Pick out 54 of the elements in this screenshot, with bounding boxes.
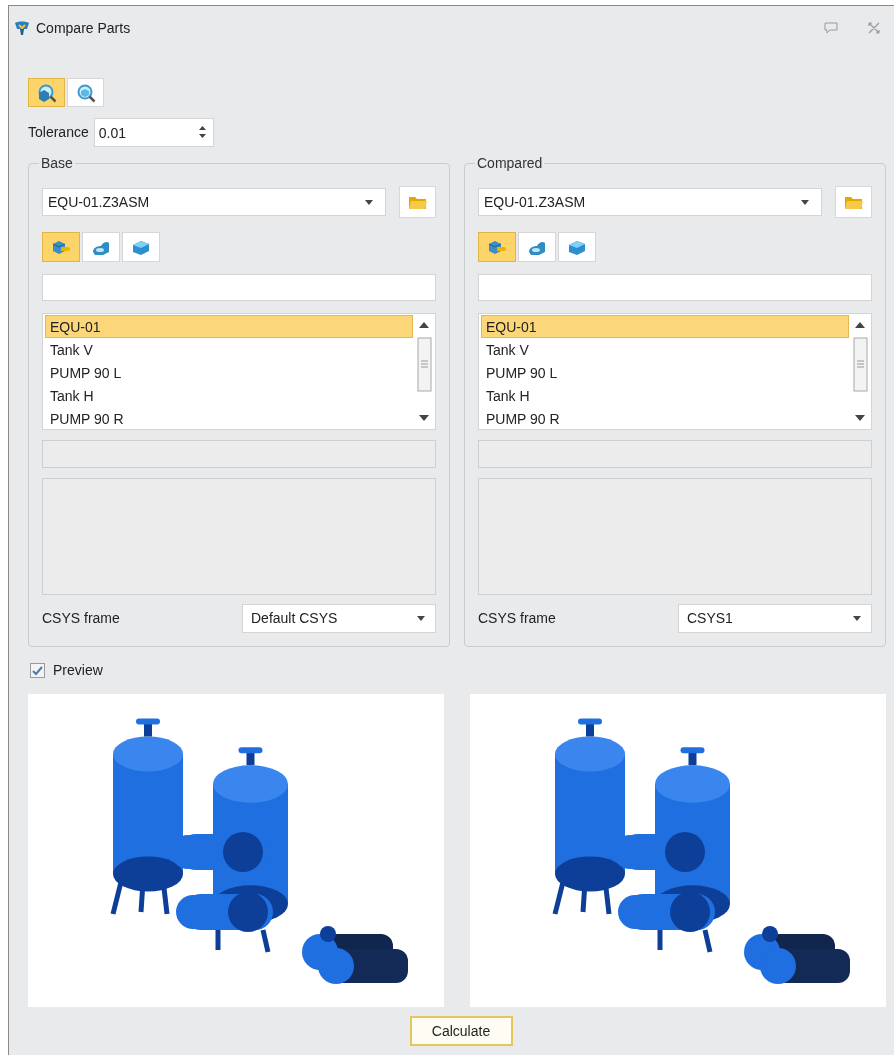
csys-dropdown[interactable]: CSYS1 xyxy=(678,604,872,633)
field-label: CSYS frame xyxy=(478,609,556,628)
comment-icon[interactable] xyxy=(824,22,838,34)
list-item[interactable]: Tank H xyxy=(481,384,849,407)
parts-list[interactable]: EQU-01 Tank V PUMP 90 L Tank H PUMP 90 R xyxy=(478,313,872,430)
field-label: Tolerance xyxy=(28,123,89,142)
folder-icon xyxy=(407,194,428,210)
checkbox-label: Preview xyxy=(53,661,103,680)
compare-mode-button[interactable] xyxy=(28,78,65,107)
caret-icon xyxy=(365,199,373,205)
spinner-icon[interactable] xyxy=(198,125,206,139)
group-title: Compared xyxy=(476,154,544,173)
file-dropdown[interactable]: EQU-01.Z3ASM xyxy=(42,188,386,216)
field-label: CSYS frame xyxy=(42,609,120,628)
filter-button[interactable] xyxy=(82,232,120,262)
close-icon[interactable] xyxy=(868,22,880,34)
tolerance-field[interactable]: 0.01 xyxy=(93,118,214,147)
list-item[interactable]: PUMP 90 R xyxy=(481,407,849,430)
list-item[interactable]: Tank H xyxy=(45,384,413,407)
group-title: Base xyxy=(40,154,74,173)
list-item[interactable]: PUMP 90 L xyxy=(45,361,413,384)
window-title: Compare Parts xyxy=(36,18,131,38)
calculate-button[interactable]: Calculate xyxy=(409,1016,513,1046)
block-icon xyxy=(567,238,587,256)
cube-part-icon xyxy=(487,238,507,256)
folder-icon xyxy=(843,194,864,210)
block-icon xyxy=(131,238,151,256)
list-item[interactable]: PUMP 90 R xyxy=(45,407,413,430)
compare-mode-button[interactable] xyxy=(67,78,104,107)
csys-dropdown[interactable]: Default CSYS xyxy=(242,604,436,633)
filter-button[interactable] xyxy=(558,232,596,262)
parts-list[interactable]: EQU-01 Tank V PUMP 90 L Tank H PUMP 90 R xyxy=(42,313,436,430)
open-folder-button[interactable] xyxy=(835,186,872,218)
caret-icon xyxy=(801,199,809,205)
filter-button[interactable] xyxy=(122,232,160,262)
app-logo-icon xyxy=(14,20,30,36)
filter-button[interactable] xyxy=(478,232,516,262)
list-item[interactable]: Tank V xyxy=(45,338,413,361)
list-item[interactable]: Tank V xyxy=(481,338,849,361)
file-dropdown[interactable]: EQU-01.Z3ASM xyxy=(478,188,822,216)
list-item[interactable]: EQU-01 xyxy=(45,315,413,338)
caret-icon xyxy=(417,616,425,621)
preview-checkbox[interactable] xyxy=(30,663,45,678)
filter-button[interactable] xyxy=(42,232,80,262)
cube-part-icon xyxy=(51,238,71,256)
magnifier-icon xyxy=(75,82,96,103)
text-field[interactable] xyxy=(478,274,872,301)
text-field[interactable] xyxy=(42,274,436,301)
caret-icon xyxy=(853,616,861,621)
filter-button[interactable] xyxy=(518,232,556,262)
open-folder-button[interactable] xyxy=(399,186,436,218)
list-item[interactable]: EQU-01 xyxy=(481,315,849,338)
magnifier-cube-icon xyxy=(36,82,57,103)
list-item[interactable]: PUMP 90 L xyxy=(481,361,849,384)
